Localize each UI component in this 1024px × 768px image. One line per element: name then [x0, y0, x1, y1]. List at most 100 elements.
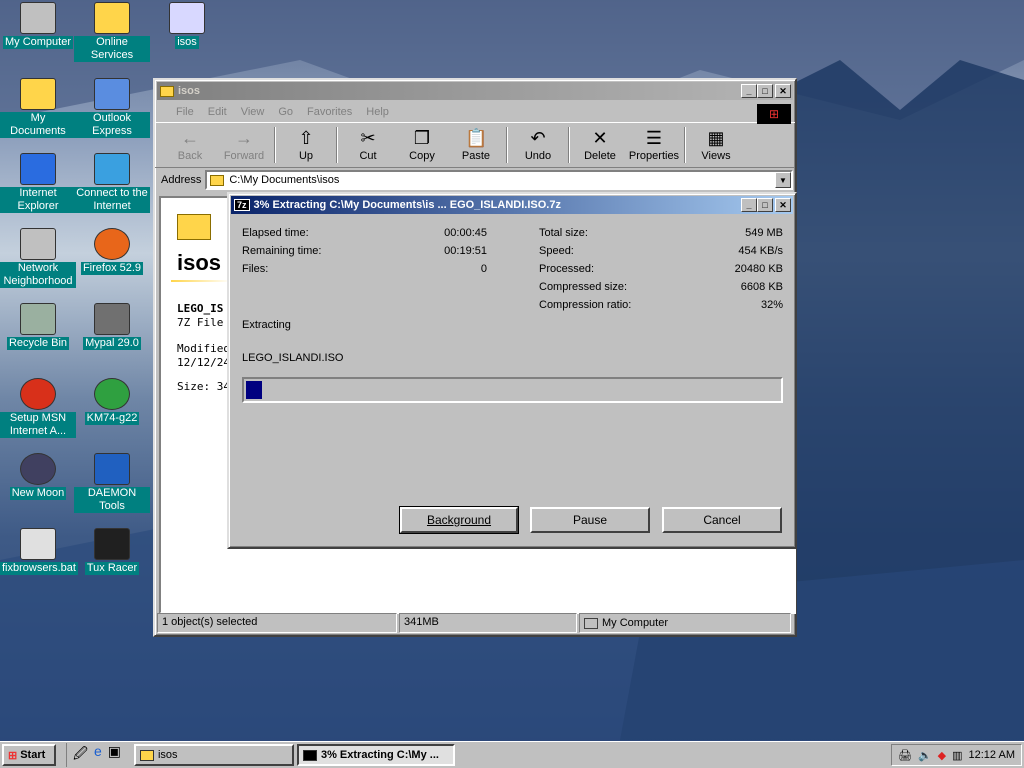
maximize-button[interactable]: □	[757, 198, 773, 212]
desktop-icon[interactable]: Network Neighborhood	[0, 228, 76, 288]
toolbar-properties-button[interactable]: ☰ Properties	[627, 128, 681, 162]
toolbar-forward-button[interactable]: → Forward	[217, 128, 271, 162]
desktop-icon[interactable]: Mypal 29.0	[74, 303, 150, 350]
start-label: Start	[20, 749, 46, 761]
show-desktop-icon[interactable]: 🖉	[73, 743, 88, 767]
background-button[interactable]: Background	[399, 506, 519, 534]
toolbar-separator	[274, 127, 276, 163]
explorer-titlebar[interactable]: isos _ □ ✕	[157, 82, 793, 100]
speed-value: 454 KB/s	[738, 245, 783, 257]
address-input[interactable]: C:\My Documents\isos ▼	[205, 170, 793, 190]
close-button[interactable]: ✕	[775, 198, 791, 212]
toolbar-label: Forward	[223, 150, 265, 162]
desktop-icon-label: Firefox 52.9	[80, 262, 144, 275]
dialog-titlebar[interactable]: 7z 3% Extracting C:\My Documents\is ... …	[231, 196, 793, 214]
toolbar-label: Up	[298, 150, 314, 162]
toolbar-back-button[interactable]: ← Back	[163, 128, 217, 162]
menu-item[interactable]: File	[169, 106, 201, 118]
taskbar-task-button[interactable]: isos	[133, 744, 294, 766]
toolbar-views-button[interactable]: ▦ Views	[689, 128, 743, 162]
desktop-icon[interactable]: isos	[149, 2, 225, 49]
toolbar-label: Paste	[461, 150, 491, 162]
menu-item[interactable]: View	[234, 106, 272, 118]
desktop-icon[interactable]: Connect to the Internet	[74, 153, 150, 213]
total-size-value: 549 MB	[745, 227, 783, 239]
compression-ratio-label: Compression ratio:	[539, 299, 632, 311]
folder-icon	[139, 749, 154, 761]
start-button[interactable]: ⊞ Start	[2, 744, 56, 766]
toolbar-paste-button[interactable]: 📋 Paste	[449, 128, 503, 162]
minimize-button[interactable]: _	[741, 84, 757, 98]
toolbar-label: Views	[701, 150, 731, 162]
documents-folder-icon	[20, 78, 56, 110]
desktop-icon-label: Setup MSN Internet A...	[0, 412, 76, 438]
toolbar-up-button[interactable]: ⇧ Up	[279, 128, 333, 162]
menu-item[interactable]: Go	[271, 106, 300, 118]
menu-item[interactable]: Edit	[201, 106, 234, 118]
channels-icon[interactable]: ▣	[108, 743, 121, 767]
desktop-icon[interactable]: Firefox 52.9	[74, 228, 150, 275]
menu-item[interactable]: Help	[359, 106, 396, 118]
desktop-icon-label: DAEMON Tools	[74, 487, 150, 513]
menu-item[interactable]: Favorites	[300, 106, 359, 118]
desktop-icon[interactable]: Outlook Express	[74, 78, 150, 138]
desktop-icon[interactable]: My Documents	[0, 78, 76, 138]
windows-logo-icon: ⊞	[757, 104, 791, 124]
pause-button[interactable]: Pause	[530, 507, 650, 533]
desktop-icon[interactable]: My Computer	[0, 2, 76, 49]
desktop-icon[interactable]: New Moon	[0, 453, 76, 500]
taskmgr-icon[interactable]: ▥	[952, 749, 962, 762]
desktop-icon[interactable]: Online Services	[74, 2, 150, 62]
toolbar-label: Copy	[409, 150, 435, 162]
desktop-icon[interactable]: Tux Racer	[74, 528, 150, 575]
desktop-icon[interactable]: DAEMON Tools	[74, 453, 150, 513]
desktop-icon-label: Online Services	[74, 36, 150, 62]
address-label: Address	[161, 174, 202, 186]
desktop-icon[interactable]: Recycle Bin	[0, 303, 76, 350]
files-value: 0	[480, 263, 487, 275]
toolbar-label: Properties	[628, 150, 680, 162]
taskbar-task-button[interactable]: 3% Extracting C:\My ...	[296, 744, 455, 766]
toolbar-delete-button[interactable]: ✕ Delete	[573, 128, 627, 162]
cancel-button[interactable]: Cancel	[662, 507, 782, 533]
address-bar: Address C:\My Documents\isos ▼	[155, 168, 795, 192]
desktop-icon-label: Mypal 29.0	[83, 337, 141, 350]
computer-icon	[584, 617, 598, 629]
tray-icon[interactable]: 🖨	[898, 749, 912, 762]
toolbar-cut-button[interactable]: ✂ Cut	[341, 128, 395, 162]
moon-icon	[20, 453, 56, 485]
close-button[interactable]: ✕	[775, 84, 791, 98]
desktop-icon[interactable]: Setup MSN Internet A...	[0, 378, 76, 438]
toolbar-copy-button[interactable]: ❐ Copy	[395, 128, 449, 162]
ie-icon[interactable]: e	[94, 743, 102, 767]
elapsed-label: Elapsed time:	[242, 227, 309, 239]
elapsed-value: 00:00:45	[444, 227, 487, 239]
desktop-icon[interactable]: KM74-g22	[74, 378, 150, 425]
desktop-icon-label: Outlook Express	[74, 112, 150, 138]
folder-icon	[177, 214, 211, 240]
pause-button-label: Pause	[572, 513, 608, 527]
progress-bar	[242, 377, 783, 403]
bat-icon	[20, 528, 56, 560]
desktop-icon[interactable]: fixbrowsers.bat	[0, 528, 78, 575]
processed-label: Processed:	[539, 263, 595, 275]
up-icon: ⇧	[298, 128, 314, 148]
files-label: Files:	[242, 263, 269, 275]
file-name: LEGO_IS	[177, 302, 224, 315]
minimize-button[interactable]: _	[741, 198, 757, 212]
toolbar-separator	[506, 127, 508, 163]
chevron-down-icon[interactable]: ▼	[775, 172, 791, 188]
maximize-button[interactable]: □	[757, 84, 773, 98]
action-label: Extracting	[242, 319, 291, 331]
remaining-label: Remaining time:	[242, 245, 322, 257]
extract-dialog[interactable]: 7z 3% Extracting C:\My Documents\is ... …	[227, 192, 797, 549]
cancel-button-label: Cancel	[703, 513, 741, 527]
mypal-icon	[94, 303, 130, 335]
delete-icon: ✕	[592, 128, 608, 148]
desktop-icon[interactable]: Internet Explorer	[0, 153, 76, 213]
antivirus-icon[interactable]: ◆	[938, 749, 946, 762]
undo-icon: ↶	[530, 128, 546, 148]
toolbar-undo-button[interactable]: ↶ Undo	[511, 128, 565, 162]
address-value: C:\My Documents\isos	[229, 174, 340, 186]
volume-icon[interactable]: 🔈	[918, 749, 932, 762]
